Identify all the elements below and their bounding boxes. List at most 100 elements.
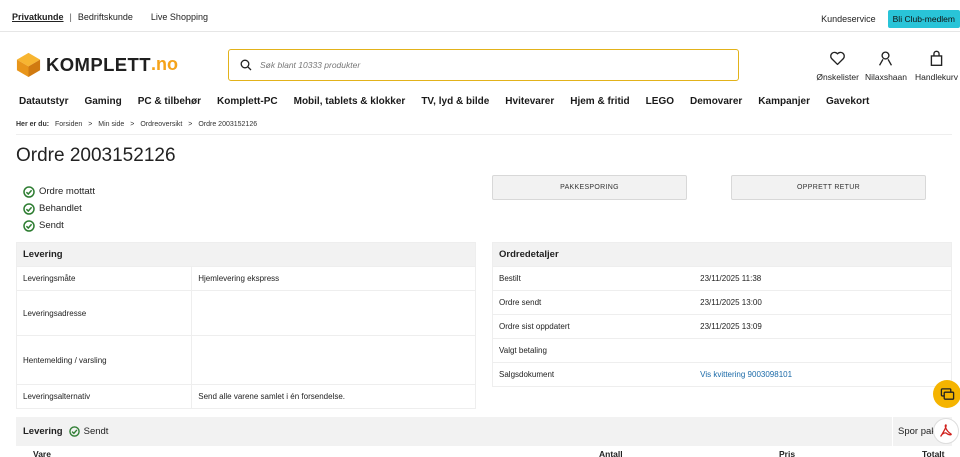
order-details-heading: Ordredetaljer xyxy=(493,243,951,266)
breadcrumb-item[interactable]: Min side xyxy=(98,121,124,128)
create-return-button[interactable]: OPPRETT RETUR xyxy=(731,175,926,200)
row-label: Leveringsmåte xyxy=(23,274,76,283)
column-header-vare: Vare xyxy=(33,449,51,457)
shipment-status: Sendt xyxy=(83,426,109,437)
row-value: 23/11/2025 13:09 xyxy=(700,322,762,331)
row-label: Leveringsalternativ xyxy=(23,392,91,401)
table-row: Valgt betaling xyxy=(493,338,951,362)
nav-item-gavekort[interactable]: Gavekort xyxy=(826,96,869,107)
table-row: Ordre sendt 23/11/2025 13:00 xyxy=(493,290,951,314)
private-customer-link[interactable]: Privatkunde xyxy=(12,12,64,22)
check-circle-icon xyxy=(68,426,80,437)
nav-item-komplett-pc[interactable]: Komplett-PC xyxy=(217,96,278,107)
customer-service-link[interactable]: Kundeservice xyxy=(821,14,876,24)
separator: | xyxy=(69,12,72,22)
nav-item-mobil[interactable]: Mobil, tablets & klokker xyxy=(294,96,406,107)
table-row: Ordre sist oppdatert 23/11/2025 13:09 xyxy=(493,314,951,338)
row-label: Salgsdokument xyxy=(499,370,555,379)
search-input[interactable] xyxy=(260,60,700,70)
main-nav: Datautstyr Gaming PC & tilbehør Komplett… xyxy=(19,96,885,107)
table-row: Leveringsadresse xyxy=(17,290,475,335)
status-item: Ordre mottatt xyxy=(23,183,95,200)
nav-item-lego[interactable]: LEGO xyxy=(646,96,674,107)
breadcrumb-item[interactable]: Ordreoversikt xyxy=(140,121,182,128)
breadcrumb-sep: > xyxy=(188,121,193,128)
logo-word: KOMPLETT xyxy=(46,53,151,75)
status-label: Behandlet xyxy=(39,203,82,214)
user-label: Nilaxshaan xyxy=(864,72,907,82)
chat-button[interactable] xyxy=(933,380,960,408)
customer-type-switch: Privatkunde | Bedriftskunde Live Shoppin… xyxy=(12,12,208,22)
search-icon xyxy=(240,59,252,71)
row-label: Valgt betaling xyxy=(499,346,547,355)
check-circle-icon xyxy=(23,202,35,215)
status-label: Sendt xyxy=(39,220,64,231)
top-bar: Privatkunde | Bedriftskunde Live Shoppin… xyxy=(0,4,960,32)
table-row: Bestilt 23/11/2025 11:38 xyxy=(493,266,951,290)
row-value: 23/11/2025 11:38 xyxy=(700,274,762,283)
nav-item-hjem[interactable]: Hjem & fritid xyxy=(570,96,629,107)
row-value: Send alle varene samlet i én forsendelse… xyxy=(191,385,475,408)
nav-item-datautstyr[interactable]: Datautstyr xyxy=(19,96,68,107)
shipment-header: Levering Sendt Spor pakke xyxy=(16,417,952,446)
check-circle-icon xyxy=(23,219,35,232)
nav-item-demovarer[interactable]: Demovarer xyxy=(690,96,742,107)
check-circle-icon xyxy=(23,185,35,198)
nav-item-kampanjer[interactable]: Kampanjer xyxy=(758,96,810,107)
status-item: Sendt xyxy=(23,217,95,234)
row-label: Ordre sist oppdatert xyxy=(499,322,570,331)
row-value: 23/11/2025 13:00 xyxy=(700,298,762,307)
delivery-info-table: Levering Leveringsmåte Hjemlevering eksp… xyxy=(16,242,476,409)
shipment-label: Levering xyxy=(23,426,63,437)
order-status-list: Ordre mottatt Behandlet Sendt xyxy=(23,183,95,234)
divider xyxy=(16,134,952,135)
nav-item-gaming[interactable]: Gaming xyxy=(84,96,121,107)
page-title: Ordre 2003152126 xyxy=(16,145,176,166)
delivery-info-heading: Levering xyxy=(17,243,475,266)
cart-label: Handlekurv xyxy=(915,72,958,82)
row-label: Leveringsadresse xyxy=(23,308,87,318)
column-header-totalt: Totalt xyxy=(922,449,945,457)
live-shopping-link[interactable]: Live Shopping xyxy=(151,12,208,22)
receipt-link[interactable]: Vis kvittering 9003098101 xyxy=(694,363,951,386)
row-label: Ordre sendt xyxy=(499,298,542,307)
breadcrumb-lead: Her er du: xyxy=(16,121,50,128)
package-tracking-button[interactable]: PAKKESPORING xyxy=(492,175,687,200)
row-label: Bestilt xyxy=(499,274,521,283)
row-value: Hjemlevering ekspress xyxy=(191,267,475,290)
row-value xyxy=(191,336,475,384)
pdf-button[interactable] xyxy=(933,418,959,444)
breadcrumb-item[interactable]: Forsiden xyxy=(55,121,82,128)
heart-icon xyxy=(830,51,846,66)
wishlist-label: Ønskelister xyxy=(816,72,859,82)
search-bar[interactable] xyxy=(228,49,739,81)
table-row: Salgsdokument Vis kvittering 9003098101 xyxy=(493,362,951,386)
nav-item-pc-tilbehor[interactable]: PC & tilbehør xyxy=(138,96,201,107)
row-label: Hentemelding / varsling xyxy=(23,355,107,365)
user-button[interactable]: Nilaxshaan xyxy=(865,50,907,82)
row-value xyxy=(191,291,475,335)
table-row: Hentemelding / varsling xyxy=(17,335,475,384)
komplett-logo[interactable]: KOMPLETT .no xyxy=(15,51,178,78)
breadcrumb-sep: > xyxy=(88,121,93,128)
nav-item-tv[interactable]: TV, lyd & bilde xyxy=(421,96,489,107)
user-icon xyxy=(879,51,893,66)
column-header-antall: Antall xyxy=(599,449,623,457)
breadcrumb-sep: > xyxy=(130,121,135,128)
row-value xyxy=(694,339,951,362)
pdf-icon xyxy=(940,424,952,437)
table-row: Leveringsmåte Hjemlevering ekspress xyxy=(17,266,475,290)
nav-item-hvitevarer[interactable]: Hvitevarer xyxy=(505,96,554,107)
status-label: Ordre mottatt xyxy=(39,186,95,197)
business-customer-link[interactable]: Bedriftskunde xyxy=(78,12,133,22)
shopping-bag-icon xyxy=(930,50,943,66)
cart-button[interactable]: Handlekurv xyxy=(915,50,958,82)
chat-icon xyxy=(940,387,954,400)
column-header-pris: Pris xyxy=(779,449,796,457)
breadcrumb: Her er du: Forsiden > Min side > Ordreov… xyxy=(16,121,257,128)
logo-tld: .no xyxy=(150,54,178,74)
wishlist-button[interactable]: Ønskelister xyxy=(816,50,859,82)
club-member-button[interactable]: Bli Club-medlem xyxy=(887,10,960,28)
logo-cube-icon xyxy=(16,52,41,78)
table-row: Leveringsalternativ Send alle varene sam… xyxy=(17,384,475,408)
